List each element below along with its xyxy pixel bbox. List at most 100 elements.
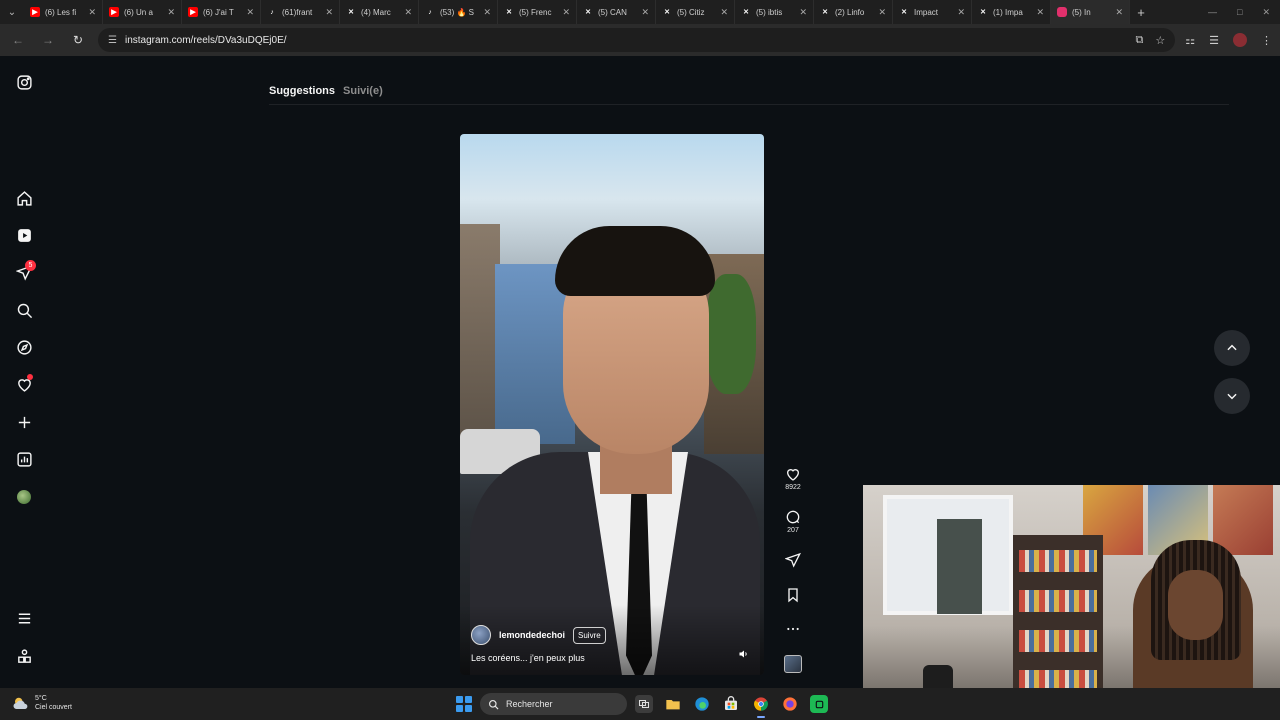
- tab-close-icon[interactable]: ✕: [325, 7, 333, 18]
- reel-caption[interactable]: Les coréens... j'en peux plus: [471, 653, 585, 663]
- save-action: [779, 587, 807, 603]
- comment-icon[interactable]: [785, 509, 801, 525]
- back-icon[interactable]: ←: [8, 30, 28, 50]
- taskbar-search[interactable]: Rechercher: [480, 693, 627, 715]
- home-icon[interactable]: [12, 186, 36, 210]
- browser-tab[interactable]: ▶ (6) Un a ✕: [103, 0, 182, 24]
- reels-icon[interactable]: [12, 223, 36, 247]
- forward-icon[interactable]: →: [38, 30, 58, 50]
- extensions-icon[interactable]: ⚏: [1185, 34, 1195, 47]
- profile-avatar[interactable]: [12, 485, 36, 509]
- site-info-icon[interactable]: ☰: [108, 35, 117, 46]
- more-menu-icon[interactable]: [12, 606, 36, 630]
- browser-tab[interactable]: ♪ (53) 🔥 S ✕: [419, 0, 498, 24]
- profile-avatar[interactable]: [1233, 33, 1247, 47]
- reload-icon[interactable]: ↻: [68, 30, 88, 50]
- edge-icon[interactable]: [693, 695, 711, 713]
- x-icon: ✕: [348, 9, 354, 16]
- tab-following[interactable]: Suivi(e): [343, 85, 383, 97]
- media-control-icon[interactable]: ☰: [1209, 34, 1219, 47]
- new-tab-icon[interactable]: +: [1130, 5, 1152, 20]
- tab-close-icon[interactable]: ✕: [404, 7, 412, 18]
- share-icon[interactable]: [785, 552, 801, 568]
- browser-tab[interactable]: ✕ Impact ✕: [893, 0, 972, 24]
- tab-title: (5) In: [1072, 7, 1091, 17]
- maximize-icon[interactable]: □: [1237, 7, 1242, 18]
- url-text[interactable]: instagram.com/reels/DVa3uDQEj0E/: [125, 35, 287, 46]
- author-avatar[interactable]: [471, 625, 491, 645]
- header-divider: [269, 104, 1229, 105]
- store-icon[interactable]: [722, 695, 740, 713]
- tab-close-icon[interactable]: ✕: [1036, 7, 1044, 18]
- chrome-icon[interactable]: [752, 695, 770, 718]
- create-plus-icon[interactable]: [12, 410, 36, 434]
- file-explorer-icon[interactable]: [664, 695, 682, 713]
- follow-button[interactable]: Suivre: [573, 626, 606, 644]
- browser-tab[interactable]: ▶ (6) J'ai T ✕: [182, 0, 261, 24]
- minimize-icon[interactable]: —: [1208, 7, 1217, 18]
- like-heart-icon[interactable]: [785, 466, 801, 482]
- tab-close-icon[interactable]: ✕: [483, 7, 491, 18]
- window-controls: — □ ✕: [1208, 7, 1280, 18]
- tab-close-icon[interactable]: ✕: [562, 7, 570, 18]
- browser-tab[interactable]: ✕ (2) Linfo ✕: [814, 0, 893, 24]
- feed-tabs: Suggestions Suivi(e): [269, 85, 383, 97]
- tab-close-icon[interactable]: ✕: [1115, 7, 1123, 18]
- reel-video[interactable]: lemondedechoi Suivre Les coréens... j'en…: [460, 134, 764, 675]
- bookmark-icon[interactable]: [785, 587, 801, 603]
- start-button[interactable]: [456, 696, 472, 712]
- browser-tab[interactable]: ✕ (5) Citiz ✕: [656, 0, 735, 24]
- browser-tab[interactable]: ♪ (61)frant ✕: [261, 0, 340, 24]
- browser-tab[interactable]: ▶ (6) Les fi ✕: [24, 0, 103, 24]
- tab-close-icon[interactable]: ✕: [88, 7, 96, 18]
- dashboard-icon[interactable]: [12, 447, 36, 471]
- youtube-icon: ▶: [188, 7, 198, 17]
- browser-tab[interactable]: ✕ (4) Marc ✕: [340, 0, 419, 24]
- messages-icon[interactable]: 5: [12, 260, 36, 284]
- instagram-logo-icon[interactable]: [12, 70, 36, 94]
- install-app-icon[interactable]: ⧉: [1136, 34, 1144, 47]
- tab-close-icon[interactable]: ✕: [246, 7, 254, 18]
- firefox-icon[interactable]: [781, 695, 799, 713]
- more-dots-icon[interactable]: [785, 621, 801, 637]
- browser-tab[interactable]: ✕ (1) Impa ✕: [972, 0, 1051, 24]
- audio-thumbnail[interactable]: [784, 655, 802, 673]
- search-icon[interactable]: [12, 298, 36, 322]
- address-bar[interactable]: ☰ instagram.com/reels/DVa3uDQEj0E/ ⧉ ☆: [98, 28, 1176, 52]
- close-window-icon[interactable]: ✕: [1262, 7, 1270, 18]
- tab-close-icon[interactable]: ✕: [799, 7, 807, 18]
- tab-close-icon[interactable]: ✕: [167, 7, 175, 18]
- tab-close-icon[interactable]: ✕: [641, 7, 649, 18]
- tab-close-icon[interactable]: ✕: [878, 7, 886, 18]
- tab-title: (4) Marc: [361, 7, 391, 17]
- weather-widget[interactable]: 5°C Ciel couvert: [12, 694, 72, 712]
- previous-reel-button[interactable]: [1214, 330, 1250, 366]
- browser-tab[interactable]: ✕ (5) Frenc ✕: [498, 0, 577, 24]
- tab-close-icon[interactable]: ✕: [720, 7, 728, 18]
- also-from-meta-icon[interactable]: [12, 644, 36, 668]
- browser-tab[interactable]: (5) In ✕: [1051, 0, 1130, 24]
- tab-title: (6) J'ai T: [203, 7, 234, 17]
- tab-close-icon[interactable]: ✕: [957, 7, 965, 18]
- bookmark-star-icon[interactable]: ☆: [1155, 34, 1165, 47]
- task-view-icon[interactable]: [635, 695, 653, 713]
- volume-icon[interactable]: [738, 648, 750, 660]
- tab-title: (6) Les fi: [45, 7, 77, 17]
- weather-temperature: 5°C: [35, 695, 47, 702]
- reel-author: lemondedechoi Suivre: [471, 625, 606, 645]
- x-icon: ✕: [901, 9, 907, 16]
- next-reel-button[interactable]: [1214, 378, 1250, 414]
- author-name[interactable]: lemondedechoi: [499, 630, 565, 640]
- tab-suggestions[interactable]: Suggestions: [269, 85, 335, 97]
- explore-icon[interactable]: [12, 335, 36, 359]
- app-green-icon[interactable]: [810, 695, 828, 713]
- like-action: 8922: [779, 466, 807, 491]
- tab-title: Impact: [914, 7, 939, 17]
- tab-title: (6) Un a: [124, 7, 153, 17]
- menu-kebab-icon[interactable]: ⋮: [1261, 34, 1272, 47]
- tab-title: (61)frant: [282, 7, 313, 17]
- browser-tab[interactable]: ✕ (5) CAN ✕: [577, 0, 656, 24]
- tab-search-icon[interactable]: ⌄: [0, 0, 24, 24]
- browser-tab[interactable]: ✕ (5) ibtis ✕: [735, 0, 814, 24]
- notifications-heart-icon[interactable]: [12, 372, 36, 396]
